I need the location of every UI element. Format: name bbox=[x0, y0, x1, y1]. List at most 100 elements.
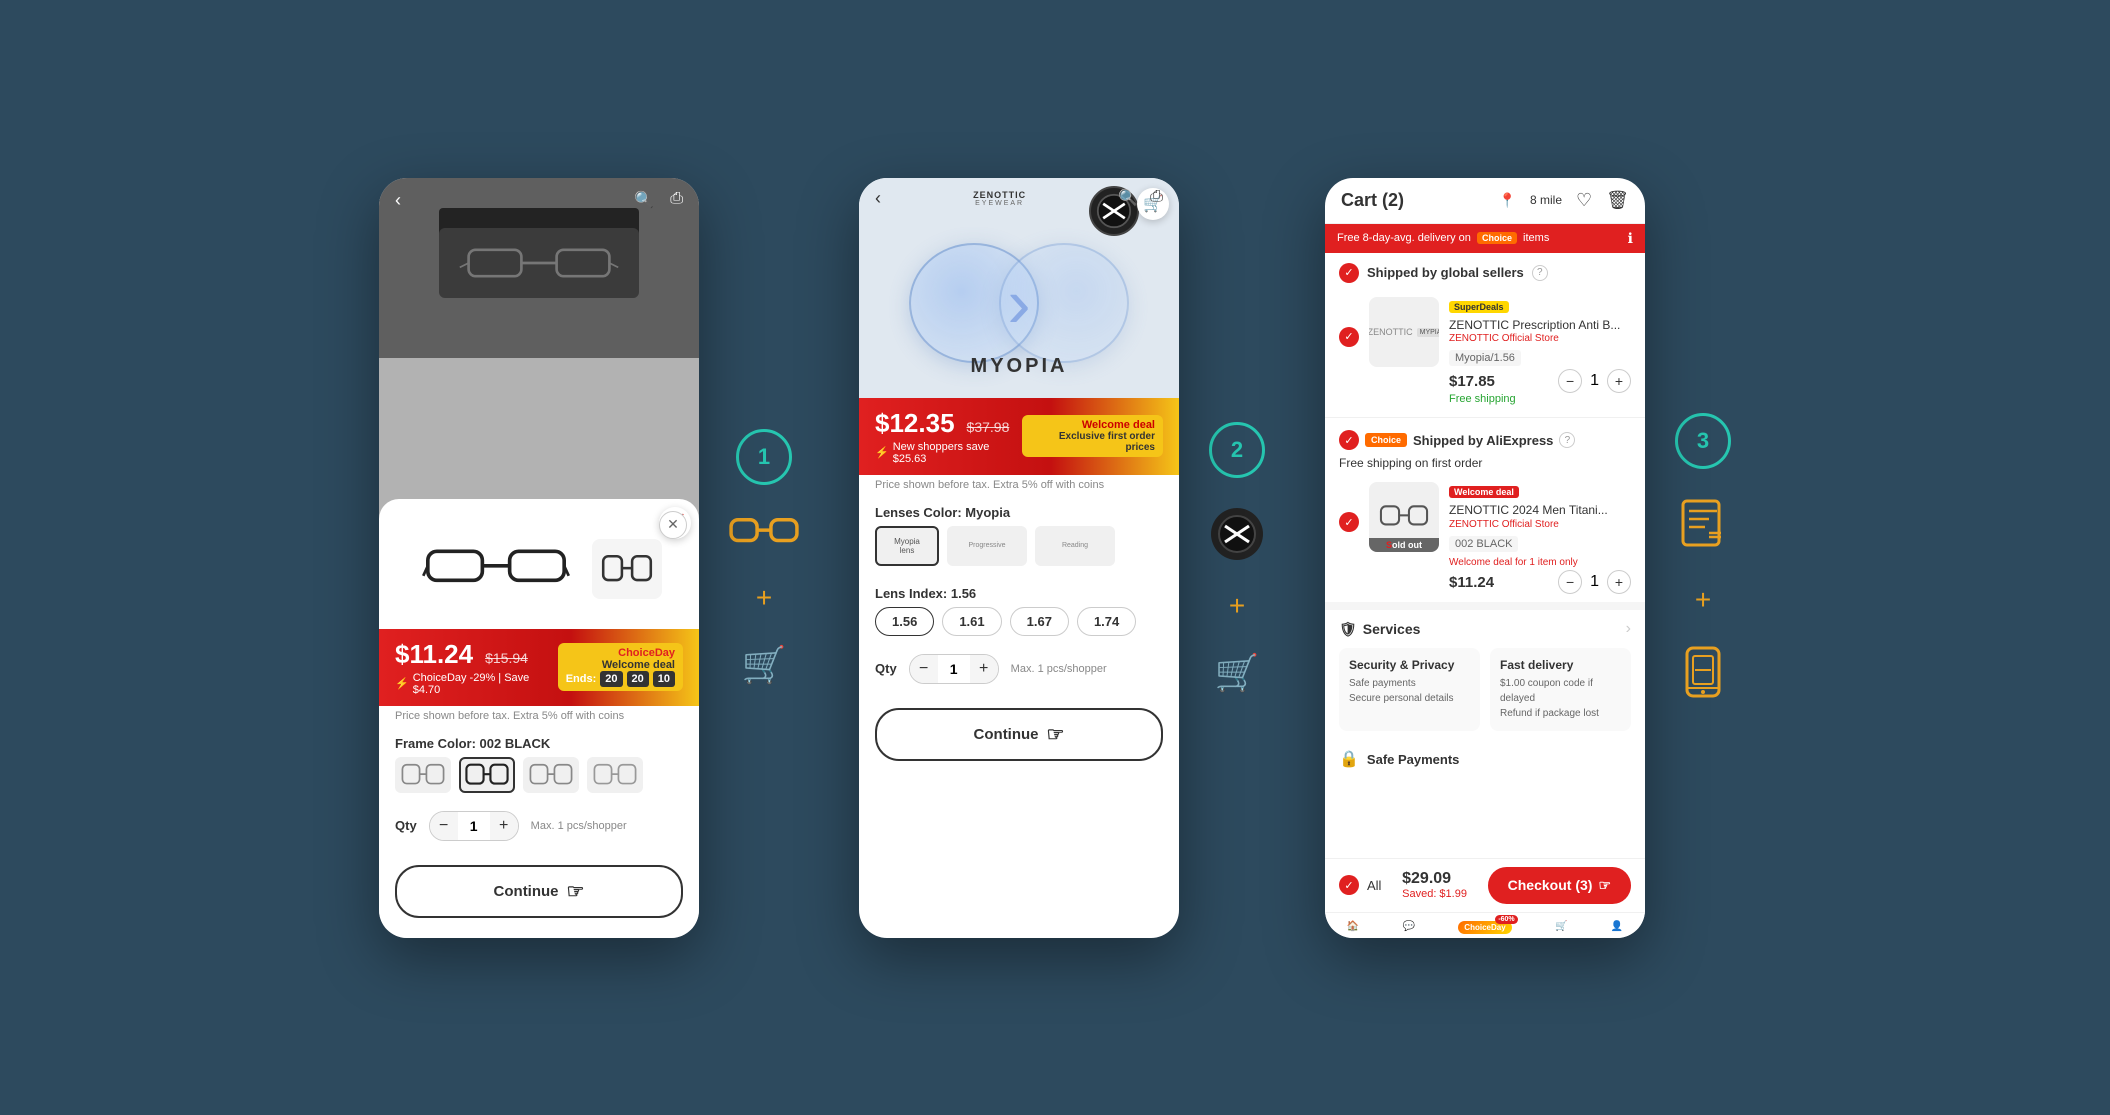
max-note: Max. 1 pcs/shopper bbox=[531, 820, 627, 832]
product-main-image bbox=[416, 529, 576, 609]
item2-variant: 002 BLACK bbox=[1449, 536, 1518, 552]
all-check-icon[interactable]: ✓ bbox=[1339, 875, 1359, 895]
plus-icon-3: + bbox=[1695, 584, 1711, 616]
continue-button[interactable]: Continue ☞ bbox=[395, 865, 683, 918]
divider-1 bbox=[1325, 417, 1645, 418]
thumb-glasses-svg bbox=[601, 552, 653, 586]
invoice-icon bbox=[1681, 499, 1725, 554]
continue-button-2[interactable]: Continue ☞ bbox=[875, 708, 1163, 761]
heart-icon[interactable]: ♡ bbox=[1576, 190, 1592, 211]
new-shopper-save: ⚡ New shoppers save $25.63 bbox=[875, 441, 1022, 465]
item2-check[interactable]: ✓ bbox=[1339, 512, 1359, 532]
index-174-btn[interactable]: 1.74 bbox=[1077, 607, 1136, 636]
item2-price-row: $11.24 − 1 + bbox=[1449, 570, 1631, 594]
section2-title: Shipped by AliExpress bbox=[1413, 433, 1553, 448]
close-button[interactable]: ✕ bbox=[659, 511, 687, 539]
safe-payments: 🔒 Safe Payments bbox=[1325, 741, 1645, 777]
services-header: 🛡 Services › bbox=[1339, 620, 1631, 638]
item2-welcome-note: Welcome deal for 1 item only bbox=[1449, 557, 1631, 568]
item1-price-row: $17.85 − 1 + bbox=[1449, 369, 1631, 393]
item2-store[interactable]: ZENOTTIC Official Store bbox=[1449, 519, 1631, 530]
delivery-desc1: $1.00 coupon code if delayed bbox=[1500, 676, 1621, 706]
cart-item-2: ✓ Sold out Welcome deal ZENOTTIC 2024 Me… bbox=[1325, 478, 1645, 602]
phone3-group: Cart (2) 📍 8 mile ♡ 🗑 Free 8-day-avg. de… bbox=[1325, 178, 1731, 938]
cart-footer: ✓ All $29.09 Saved: $1.99 Checkout (3) ☞… bbox=[1325, 858, 1645, 938]
welcome-deal-tag: Welcome deal bbox=[1449, 486, 1519, 498]
search-icon-2[interactable]: 🔍 bbox=[1118, 188, 1138, 208]
lens-option-2[interactable]: Progressive bbox=[947, 526, 1027, 566]
item2-minus-btn[interactable]: − bbox=[1558, 570, 1582, 594]
price-bar: $11.24 $15.94 ⚡ ChoiceDay -29% | Save $4… bbox=[379, 629, 699, 706]
security-card: Security & Privacy Safe payments Secure … bbox=[1339, 648, 1480, 731]
total-price: $29.09 bbox=[1402, 870, 1467, 888]
item1-check[interactable]: ✓ bbox=[1339, 327, 1359, 347]
all-check: ✓ All bbox=[1339, 875, 1381, 895]
glasses-icon bbox=[729, 515, 799, 552]
info-icon-1: ? bbox=[1532, 265, 1548, 281]
discount-label: ⚡ ChoiceDay -29% | Save $4.70 bbox=[395, 672, 558, 696]
qty-row: Qty − 1 + Max. 1 pcs/shopper bbox=[379, 803, 699, 857]
checkout-button[interactable]: Checkout (3) ☞ bbox=[1488, 867, 1631, 904]
sold-out-badge: Sold out bbox=[1369, 538, 1439, 552]
item2-image: Sold out bbox=[1369, 482, 1439, 552]
item1-minus-btn[interactable]: − bbox=[1558, 369, 1582, 393]
qty-plus-btn[interactable]: + bbox=[490, 812, 518, 840]
item1-price: $17.85 bbox=[1449, 373, 1495, 390]
chevron-right-icon-services[interactable]: › bbox=[1626, 620, 1631, 638]
item1-store[interactable]: ZENOTTIC Official Store bbox=[1449, 333, 1631, 344]
super-deals-tag: SuperDeals bbox=[1449, 301, 1509, 313]
back-icon[interactable]: ‹ bbox=[395, 190, 401, 211]
footer-nav: 🏠 💬 ChoiceDay -60% 🛒 bbox=[1325, 912, 1645, 938]
delivery-desc2: Refund if package lost bbox=[1500, 706, 1621, 721]
price-orig: $15.94 bbox=[485, 650, 528, 666]
delete-icon[interactable]: 🗑 bbox=[1606, 190, 1629, 211]
qty-value-2: 1 bbox=[938, 661, 970, 677]
share-icon[interactable]: ⎙ bbox=[670, 190, 683, 210]
lens-option-3[interactable]: Reading bbox=[1035, 526, 1115, 566]
max-note-2: Max. 1 pcs/shopper bbox=[1011, 663, 1107, 675]
back-icon-2[interactable]: ‹ bbox=[875, 188, 881, 209]
lens-option-1[interactable]: Myopialens bbox=[875, 526, 939, 566]
index-options: 1.56 1.61 1.67 1.74 bbox=[859, 607, 1179, 646]
safe-payments-title: Safe Payments bbox=[1367, 752, 1460, 767]
nav-choiceday[interactable]: ChoiceDay -60% bbox=[1458, 921, 1511, 934]
nav-profile[interactable]: 👤 bbox=[1611, 921, 1623, 934]
color-swatch-4[interactable] bbox=[587, 757, 643, 793]
share-icon-2[interactable]: ⎙ bbox=[1150, 188, 1163, 208]
search-icon[interactable]: 🔍 bbox=[634, 190, 654, 210]
delivery-card: Fast delivery $1.00 coupon code if delay… bbox=[1490, 648, 1631, 731]
index-161-btn[interactable]: 1.61 bbox=[942, 607, 1001, 636]
item2-qty-stepper: − 1 + bbox=[1558, 570, 1631, 594]
color-swatch-3[interactable] bbox=[523, 757, 579, 793]
item2-plus-btn[interactable]: + bbox=[1607, 570, 1631, 594]
nav-home[interactable]: 🏠 bbox=[1347, 921, 1359, 934]
color-swatch-1[interactable] bbox=[395, 757, 451, 793]
qty-minus-btn-2[interactable]: − bbox=[910, 655, 938, 683]
qty-row-2: Qty − 1 + Max. 1 pcs/shopper bbox=[859, 646, 1179, 700]
item1-plus-btn[interactable]: + bbox=[1607, 369, 1631, 393]
modal-sheet: ✕ bbox=[379, 499, 699, 938]
security-desc2: Secure personal details bbox=[1349, 691, 1470, 706]
saved-label: Saved: $1.99 bbox=[1402, 888, 1467, 900]
step2-indicator: 2 bbox=[1209, 422, 1265, 478]
product-images: 🛒 bbox=[379, 499, 699, 629]
nav-cart[interactable]: 🛒 bbox=[1555, 921, 1567, 934]
qty-plus-btn-2[interactable]: + bbox=[970, 655, 998, 683]
qty-control-2: − 1 + bbox=[909, 654, 999, 684]
lenses-color-label: Lenses Color: Myopia bbox=[859, 495, 1179, 526]
zenottic-header: ‹ ZENOTTIC EYEWEAR 🔍 ⎙ bbox=[859, 178, 1179, 219]
qty-minus-btn[interactable]: − bbox=[430, 812, 458, 840]
phone1-group: ‹ 🔍 ⎙ bbox=[379, 178, 799, 938]
phone-scan-icon bbox=[1681, 646, 1725, 703]
phone-1: ‹ 🔍 ⎙ bbox=[379, 178, 699, 938]
lens-options: Myopialens Progressive Reading bbox=[859, 526, 1179, 576]
nav-chat[interactable]: 💬 bbox=[1402, 921, 1414, 934]
price-notice: Price shown before tax. Extra 5% off wit… bbox=[379, 706, 699, 726]
color-swatch-2[interactable] bbox=[459, 757, 515, 793]
index-167-btn[interactable]: 1.67 bbox=[1010, 607, 1069, 636]
item2-qty-val: 1 bbox=[1590, 573, 1599, 591]
check-icon-2: ✓ bbox=[1339, 430, 1359, 450]
security-title: Security & Privacy bbox=[1349, 658, 1470, 672]
cart-title: Cart (2) bbox=[1341, 190, 1404, 211]
index-156-btn[interactable]: 1.56 bbox=[875, 607, 934, 636]
